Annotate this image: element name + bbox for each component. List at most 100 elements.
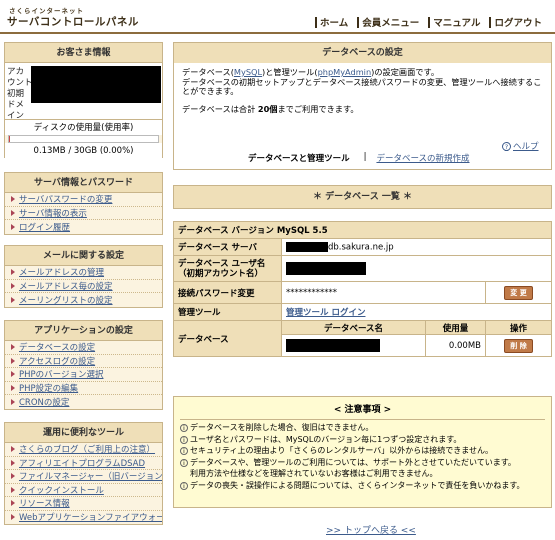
- db-list-label: データベース: [173, 320, 282, 357]
- sidebar-item-quick-install[interactable]: クイックインストール: [5, 484, 162, 497]
- intro-text: データベースの初期セットアップとデータベース接続パスワードの変更、管理ツールへ接…: [182, 76, 542, 96]
- sidebar-item-mail-address[interactable]: メールアドレスの管理: [5, 266, 162, 280]
- arrow-icon: [11, 459, 15, 466]
- db-settings-title: データベースの設定: [174, 43, 551, 63]
- tab-db-create[interactable]: データベースの新規作成: [376, 152, 469, 164]
- db-info-table: データベース バージョン MySQL 5.5 データベース サーバ db.sak…: [173, 221, 552, 357]
- help-label: ヘルプ: [513, 142, 539, 152]
- sidebar-tools-panel: 運用に便利なツール さくらのブログ（ご利用上の注意） アフィリエイトプログラムD…: [4, 422, 163, 525]
- sidebar-item-label: CRONの設定: [19, 397, 70, 408]
- nav-home[interactable]: ホーム: [315, 15, 348, 29]
- sidebar-item-php-version[interactable]: PHPのバージョン選択: [5, 368, 162, 382]
- change-password-button[interactable]: 変 更: [504, 285, 533, 300]
- sidebar-item-waf[interactable]: Webアプリケーションファイアウォール: [5, 511, 162, 525]
- label-domain-1: 初期: [7, 89, 25, 99]
- col-operation: 操作: [485, 320, 552, 335]
- db-settings-panel: データベースの設定 データベース(MySQL)と管理ツール(phpMyAdmin…: [173, 42, 552, 170]
- sidebar-item-label: PHP設定の編集: [19, 383, 79, 394]
- note-text: データの喪失・誤操作による問題については、さくらインターネットで責任を負いかねま…: [190, 480, 525, 490]
- arrow-icon: [11, 209, 15, 216]
- db-server-value: db.sakura.ne.jp: [281, 238, 552, 256]
- back-to-top-link[interactable]: >> トップへ戻る <<: [326, 523, 416, 536]
- sidebar-item-mailing-list[interactable]: メーリングリストの設定: [5, 293, 162, 307]
- delete-db-button[interactable]: 削 除: [504, 338, 533, 353]
- info-icon: i: [180, 435, 188, 444]
- sidebar-item-login-history[interactable]: ログイン履歴: [5, 220, 162, 234]
- note-item: i ユーザ名とパスワードは、MySQLのバージョン毎に1つずつ設定されます。: [180, 434, 545, 446]
- db-limit-text: データベースは合計: [182, 103, 258, 114]
- nav-home-label: ホーム: [320, 18, 349, 29]
- sidebar-item-label: サーバ情報の表示: [19, 208, 87, 219]
- sidebar-item-file-manager[interactable]: ファイルマネージャー（旧バージョン）: [5, 470, 162, 484]
- subnav-separator: |: [363, 152, 367, 162]
- label-domain-2: ドメ: [7, 100, 25, 110]
- disk-usage-value: 0.13MB / 30GB (0.00%): [5, 143, 162, 159]
- sidebar-server-title: サーバ情報とパスワード: [5, 173, 162, 193]
- nav-member-menu[interactable]: 会員メニュー: [357, 15, 419, 29]
- db-list-title: ＊ データベース 一覧 ＊: [174, 186, 551, 208]
- logo-title: サーバコントロールパネル: [7, 16, 139, 28]
- db-password-value: ************: [281, 281, 486, 304]
- sidebar-mail-panel: メールに関する設定 メールアドレスの管理 メールアドレス毎の設定 メーリングリス…: [4, 245, 163, 308]
- arrow-icon: [11, 398, 15, 405]
- sidebar-app-title: アプリケーションの設定: [5, 321, 162, 341]
- nav-logout[interactable]: ログアウト: [489, 15, 542, 29]
- sidebar-item-server-info[interactable]: サーバ情報の表示: [5, 207, 162, 220]
- sidebar-item-cron[interactable]: CRONの設定: [5, 395, 162, 409]
- db-user-label: データベース ユーザ名（初期アカウント名）: [173, 255, 282, 282]
- nav-manual[interactable]: マニュアル: [428, 15, 480, 29]
- sidebar-item-server-password[interactable]: サーバパスワードの変更: [5, 193, 162, 207]
- db-limit-text: までご利用できます。: [277, 103, 359, 114]
- sidebar-item-affiliate[interactable]: アフィリエイトプログラムDSAD: [5, 457, 162, 470]
- info-icon: i: [180, 458, 188, 467]
- sidebar-item-label: さくらのブログ（ご利用上の注意）: [19, 445, 156, 456]
- note-text: 利用方法や仕様などを理解されていないお客様はご利用できません。: [190, 469, 438, 478]
- sidebar-server-panel: サーバ情報とパスワード サーバパスワードの変更 サーバ情報の表示 ログイン履歴: [4, 172, 163, 235]
- info-icon: i: [180, 447, 188, 455]
- sidebar-item-label: メールアドレスの管理: [19, 268, 105, 279]
- db-settings-intro: データベース(MySQL)と管理ツール(phpMyAdmin)の設定画面です。デ…: [174, 63, 551, 127]
- note-text: ユーザ名とパスワードは、MySQLのバージョン毎に1つずつ設定されます。: [190, 434, 462, 444]
- admin-tool-login-link[interactable]: 管理ツール ログイン: [286, 308, 365, 318]
- note-text: データベースや、管理ツールのご利用については、サポート外とさせていただいています…: [190, 457, 516, 467]
- sidebar-item-label: サーバパスワードの変更: [19, 195, 113, 206]
- help-link[interactable]: ? ヘルプ: [502, 140, 549, 152]
- sidebar-item-php-ini[interactable]: PHP設定の編集: [5, 382, 162, 395]
- sidebar-item-access-log[interactable]: アクセスログの設定: [5, 355, 162, 368]
- intro-text: )と管理ツール(: [262, 67, 318, 77]
- arrow-icon: [11, 473, 15, 480]
- sidebar-item-label: アクセスログの設定: [19, 356, 96, 367]
- note-item: i セキュリティ上の理由より「さくらのレンタルサーバ」以外からは接続できません。: [180, 445, 545, 457]
- db-usage-cell: 0.00MB: [425, 334, 486, 357]
- sidebar-item-resource-info[interactable]: リソース情報: [5, 497, 162, 511]
- disk-usage-bar: [8, 135, 159, 143]
- label-account-2: ウント: [7, 78, 33, 88]
- arrow-icon: [11, 223, 15, 230]
- sidebar-item-mail-settings[interactable]: メールアドレス毎の設定: [5, 280, 162, 293]
- arrow-icon: [11, 384, 15, 391]
- arrow-icon: [11, 269, 15, 276]
- phpmyadmin-link[interactable]: phpMyAdmin: [318, 67, 372, 77]
- sidebar-mail-title: メールに関する設定: [5, 246, 162, 266]
- db-server-suffix: db.sakura.ne.jp: [328, 242, 394, 253]
- note-item: i データベースを削除した場合、復旧はできません。: [180, 422, 545, 434]
- nav-logout-label: ログアウト: [494, 18, 542, 29]
- arrow-icon: [11, 196, 15, 203]
- sidebar-item-label: Webアプリケーションファイアウォール: [19, 513, 162, 524]
- note-item: i データの喪失・誤操作による問題については、さくらインターネットで責任を負いかね…: [180, 480, 545, 492]
- customer-info-body: アカ ウント 初期 ドメ イン: [5, 63, 162, 121]
- note-text: セキュリティ上の理由より「さくらのレンタルサーバ」以外からは接続できません。: [190, 446, 494, 455]
- customer-info-panel: お客さま情報 アカ ウント 初期 ドメ イン ディスクの使用量(使用率) 0.1…: [4, 42, 163, 159]
- note-text: データベースを削除した場合、復旧はできません。: [190, 423, 374, 432]
- sidebar-item-label: データベースの設定: [19, 343, 96, 354]
- sidebar-item-database[interactable]: データベースの設定: [5, 341, 162, 355]
- sidebar-tools-title: 運用に便利なツール: [5, 423, 162, 443]
- info-icon: i: [180, 481, 188, 490]
- sidebar-item-label: アフィリエイトプログラムDSAD: [19, 458, 146, 469]
- disk-usage-bar-fill: [9, 136, 11, 142]
- sidebar-app-panel: アプリケーションの設定 データベースの設定 アクセスログの設定 PHPのバージョ…: [4, 320, 163, 410]
- mysql-link[interactable]: MySQL: [234, 67, 262, 77]
- col-usage: 使用量: [425, 320, 486, 335]
- sidebar-item-blog[interactable]: さくらのブログ（ご利用上の注意）: [5, 443, 162, 457]
- arrow-icon: [11, 296, 15, 303]
